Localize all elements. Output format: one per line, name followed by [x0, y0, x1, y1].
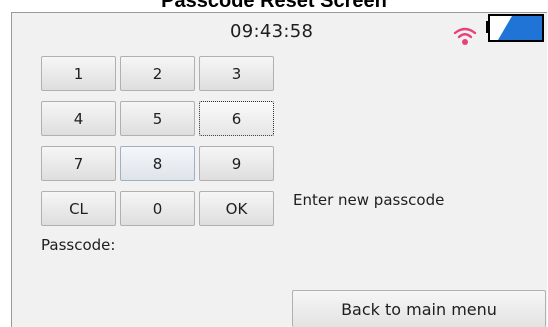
key-9[interactable]: 9: [199, 146, 274, 181]
key-2[interactable]: 2: [120, 56, 195, 91]
key-6[interactable]: 6: [199, 101, 274, 136]
key-7[interactable]: 7: [41, 146, 116, 181]
key-1[interactable]: 1: [41, 56, 116, 91]
key-0[interactable]: 0: [120, 191, 195, 226]
instruction-message: Enter new passcode: [293, 191, 445, 209]
key-4[interactable]: 4: [41, 101, 116, 136]
key-ok[interactable]: OK: [199, 191, 274, 226]
clock: 09:43:58: [230, 21, 314, 42]
key-5[interactable]: 5: [120, 101, 195, 136]
key-8[interactable]: 8: [120, 146, 195, 181]
key-clear[interactable]: CL: [41, 191, 116, 226]
wifi-icon: [453, 27, 477, 45]
passcode-label-text: Passcode:: [41, 236, 116, 254]
key-3[interactable]: 3: [199, 56, 274, 91]
back-to-main-menu-button[interactable]: Back to main menu: [292, 290, 546, 327]
battery-icon: [486, 14, 544, 42]
passcode-label: Passcode:: [41, 236, 115, 254]
